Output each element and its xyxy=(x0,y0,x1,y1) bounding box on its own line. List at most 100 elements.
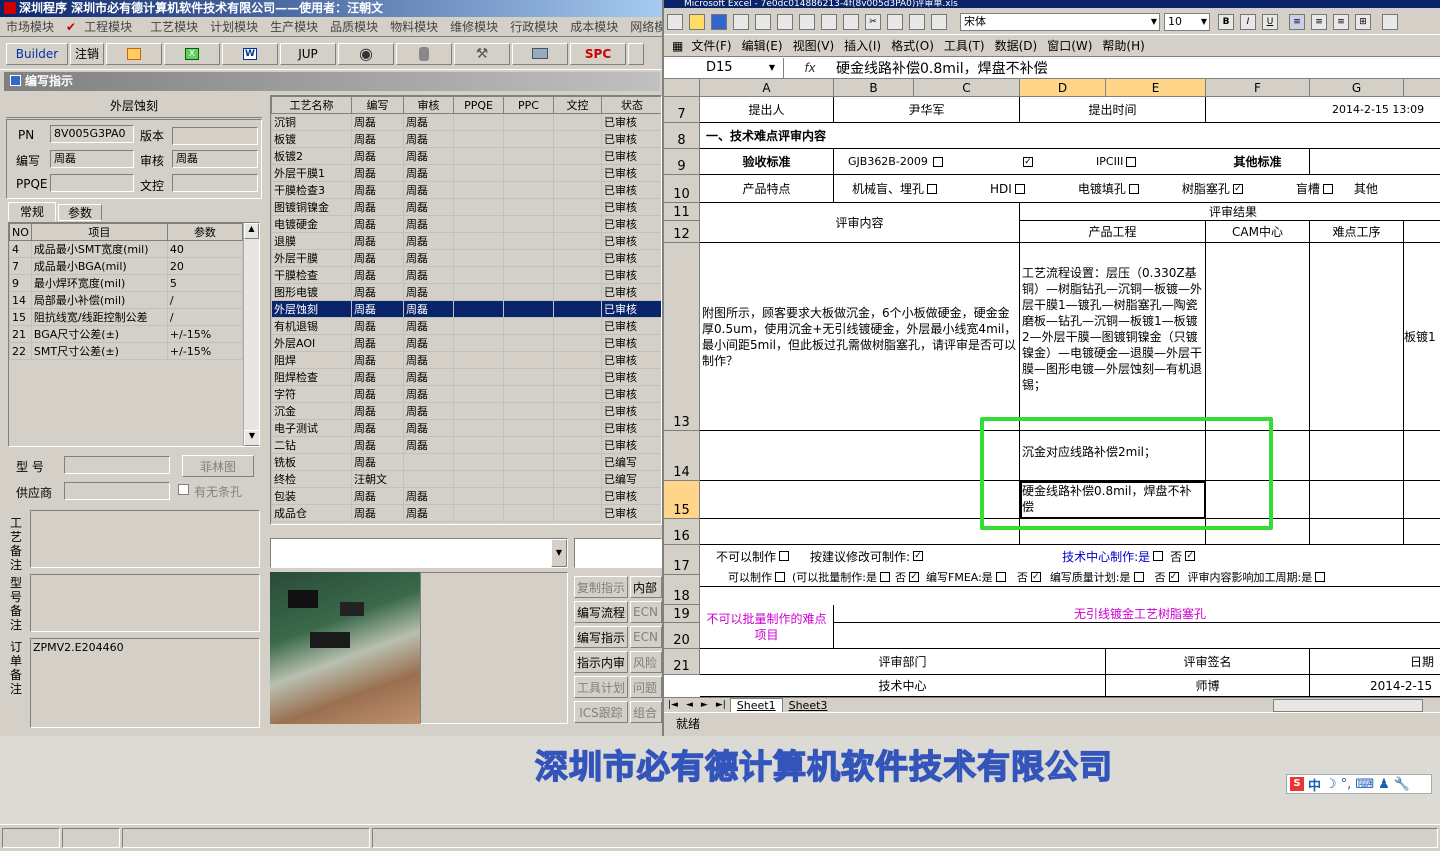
param-row[interactable]: 14 局部最小补偿(mil) / xyxy=(9,291,244,309)
bold-icon[interactable]: B xyxy=(1218,13,1234,30)
process-row[interactable]: 电镀硬金 周磊 周磊 已审核 xyxy=(271,215,661,233)
excel-menu-window[interactable]: 窗口(W) xyxy=(1047,37,1102,54)
editor-field[interactable]: 周磊 xyxy=(50,150,134,168)
process-row[interactable]: 外层蚀刻 周磊 周磊 已审核 xyxy=(271,300,661,318)
paste-icon[interactable] xyxy=(909,13,925,30)
email-icon[interactable] xyxy=(755,13,771,30)
cell-proposer[interactable]: 尹华军 xyxy=(834,97,1020,123)
process-row[interactable]: 铣板 周磊 已编写 xyxy=(271,453,661,471)
process-row[interactable]: 外层干膜1 周磊 周磊 已审核 xyxy=(271,164,661,182)
cell-a14[interactable] xyxy=(700,431,1020,481)
side-button-1[interactable]: 编写流程 xyxy=(574,601,628,623)
col-header-C[interactable]: C xyxy=(914,79,1020,97)
col-header-F[interactable]: F xyxy=(1206,79,1310,97)
cell-section-title[interactable]: 一、技术难点评审内容 xyxy=(700,123,1440,149)
tab-general[interactable]: 常规 xyxy=(8,202,56,221)
batch-no-checkbox[interactable]: ✓ xyxy=(909,571,919,582)
excel-menu-format[interactable]: 格式(O) xyxy=(891,37,944,54)
col-header-more[interactable] xyxy=(1404,79,1440,97)
ime-toolbar[interactable]: S 中 ☽ °, ⌨ ♟ 🔧 xyxy=(1286,774,1432,794)
side-button-b-0[interactable]: 内部 xyxy=(630,576,662,598)
new-icon[interactable] xyxy=(667,13,683,30)
spc-button[interactable]: SPC xyxy=(570,42,626,65)
qplan-yes-checkbox[interactable] xyxy=(1133,571,1144,582)
cell-row19[interactable] xyxy=(834,623,1440,649)
side-button-b-3[interactable]: 风险 xyxy=(630,651,662,673)
cell-dept[interactable]: 技术中心 xyxy=(700,675,1106,697)
process-row[interactable]: 电子测试 周磊 周磊 已审核 xyxy=(271,419,661,437)
process-row[interactable]: 阻焊检查 周磊 周磊 已审核 xyxy=(271,368,661,386)
scroll-up-icon[interactable]: ▲ xyxy=(244,223,259,239)
process-row[interactable]: 成品仓 周磊 周磊 已审核 xyxy=(271,504,661,522)
scroll-down-icon[interactable]: ▼ xyxy=(244,430,259,446)
cell-date[interactable]: 2014-2-15 xyxy=(1310,675,1440,697)
cell-extra-15[interactable] xyxy=(1404,481,1440,519)
search-field[interactable] xyxy=(574,538,662,568)
row-header-18[interactable]: 18 xyxy=(664,575,700,605)
process-row[interactable]: 沉铜 周磊 周磊 已审核 xyxy=(271,113,661,131)
ppqe-field[interactable] xyxy=(50,174,134,192)
pn-field[interactable]: 8V005G3PA0 xyxy=(50,125,134,143)
sogou-icon[interactable]: S xyxy=(1290,777,1304,791)
process-row[interactable]: 沉金 周磊 周磊 已审核 xyxy=(271,402,661,420)
side-button-b-1[interactable]: ECN xyxy=(630,601,662,623)
tab-nav-next-icon[interactable]: ► xyxy=(697,700,712,710)
cell-time[interactable]: 2014-2-15 13:09 xyxy=(1206,97,1440,123)
ppt-button[interactable] xyxy=(106,42,162,65)
process-row[interactable]: 干膜检查 周磊 周磊 已审核 xyxy=(271,266,661,284)
menu-process[interactable]: 工艺模块 xyxy=(144,18,204,35)
suggest-checkbox[interactable]: ✓ xyxy=(913,551,924,561)
process-row[interactable]: 字符 周磊 周磊 已审核 xyxy=(271,385,661,403)
row-header-13[interactable]: 13 xyxy=(664,243,700,431)
col-auditor[interactable]: 审核 xyxy=(403,96,454,114)
cell-ipc[interactable]: IPCII✓IPCIII xyxy=(1020,149,1206,175)
row-header-8[interactable]: 8 xyxy=(664,123,700,149)
tab-nav-first-icon[interactable]: |◄ xyxy=(664,700,682,710)
col-ppqe[interactable]: PPQE xyxy=(453,96,504,114)
excel-button[interactable]: X xyxy=(164,42,220,65)
excel-menu-insert[interactable]: 插入(I) xyxy=(844,37,891,54)
side-button-b-2[interactable]: ECN xyxy=(630,626,662,648)
cell-diff-14[interactable] xyxy=(1310,431,1404,481)
ipc2-checkbox[interactable]: ✓ xyxy=(1023,156,1034,167)
excel-menu-tools[interactable]: 工具(T) xyxy=(944,37,995,54)
col-editor[interactable]: 编写 xyxy=(351,96,404,114)
process-row[interactable]: 图镀铜镍金 周磊 周磊 已审核 xyxy=(271,198,661,216)
cell-cam-header[interactable]: CAM中心 xyxy=(1206,221,1310,243)
param-col-value[interactable]: 参数 xyxy=(166,223,244,241)
spell-icon[interactable] xyxy=(821,13,837,30)
align-center-icon[interactable]: ≡ xyxy=(1311,13,1327,30)
mech-checkbox[interactable] xyxy=(927,183,938,194)
tab-nav-last-icon[interactable]: ►| xyxy=(712,700,730,710)
menu-material[interactable]: 物料模块 xyxy=(384,18,444,35)
cell-nobatch-value[interactable]: 无引线镀金工艺树脂塞孔 xyxy=(834,605,1440,623)
fmea-yes-checkbox[interactable] xyxy=(995,571,1006,582)
batch-yes-checkbox[interactable] xyxy=(880,571,890,582)
moon-icon[interactable]: ☽ xyxy=(1325,777,1337,792)
cell-other-std[interactable]: 其他标准 xyxy=(1206,149,1310,175)
jup-button[interactable]: JUP xyxy=(280,42,336,65)
row-header-17[interactable]: 17 xyxy=(664,545,700,575)
col-wenkong[interactable]: 文控 xyxy=(553,96,602,114)
formula-content[interactable]: 硬金线路补偿0.8mil，焊盘不补偿 xyxy=(836,58,1048,78)
cell-eng-process[interactable]: 工艺流程设置：层压（0.330Z基铜）—树脂钻孔—沉铜—板镀—外层干膜1—镀孔—… xyxy=(1020,243,1206,431)
col-header-B[interactable]: B xyxy=(834,79,914,97)
cell-extra-14[interactable] xyxy=(1404,431,1440,481)
font-name-select[interactable]: 宋体 ▼ xyxy=(960,12,1160,31)
menu-market[interactable]: 市场模块 xyxy=(0,18,60,35)
cell-sign[interactable]: 师博 xyxy=(1106,675,1310,697)
cell-review-result-header[interactable]: 评审结果 xyxy=(1020,203,1440,221)
cell-eng-header[interactable]: 产品工程 xyxy=(1020,221,1206,243)
cell-other-std-value[interactable] xyxy=(1310,149,1440,175)
menu-production[interactable]: 生产模块 xyxy=(264,18,324,35)
process-row[interactable]: 外层干膜 周磊 周磊 已审核 xyxy=(271,249,661,267)
cell-diff-header[interactable]: 难点工序 xyxy=(1310,221,1404,243)
blind-checkbox[interactable] xyxy=(1322,183,1333,194)
col-header-G[interactable]: G xyxy=(1310,79,1404,97)
menu-admin[interactable]: 行政模块 xyxy=(504,18,564,35)
eye-button[interactable]: ◉ xyxy=(338,42,394,65)
menu-cost[interactable]: 成本模块 xyxy=(564,18,624,35)
print-button[interactable] xyxy=(512,42,568,65)
row-header-20[interactable]: 20 xyxy=(664,623,700,649)
open-icon[interactable] xyxy=(689,13,705,30)
